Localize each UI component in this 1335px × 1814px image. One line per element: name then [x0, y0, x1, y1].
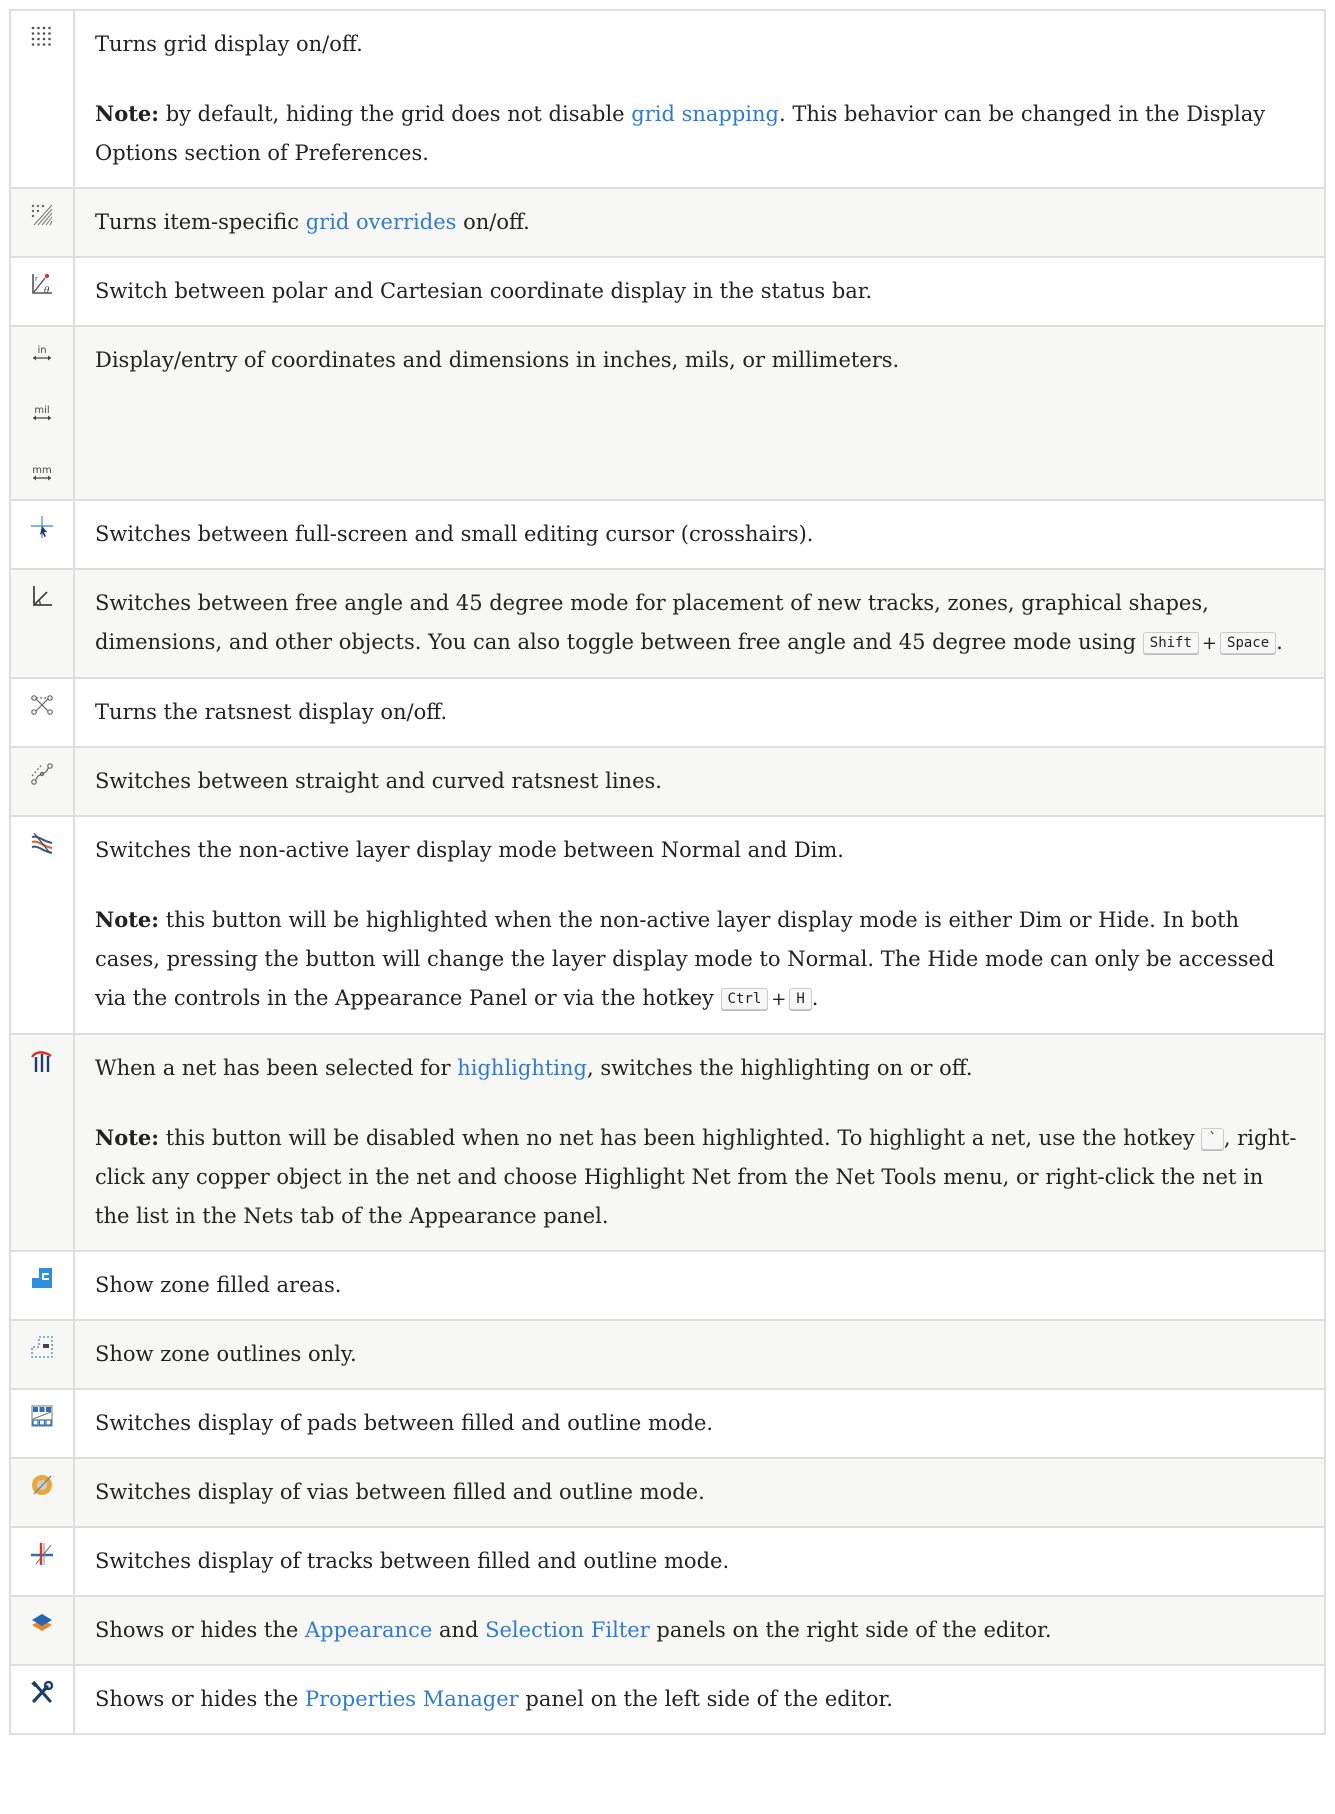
- unit-label: mm: [32, 465, 51, 476]
- backtick-key: `: [1201, 1128, 1224, 1150]
- ctrl-key: Ctrl: [720, 988, 769, 1010]
- row-description: Switches display of pads between filled …: [95, 1411, 714, 1435]
- highlighting-link[interactable]: highlighting: [457, 1056, 587, 1080]
- zone-outline-icon: [30, 1335, 54, 1359]
- space-key: Space: [1220, 632, 1277, 654]
- note-label: Note:: [95, 1125, 160, 1150]
- table-row: Switches the non-active layer display mo…: [9, 815, 1326, 1035]
- row-description: Switches display of tracks between fille…: [95, 1549, 730, 1573]
- svg-text:θ: θ: [44, 286, 50, 296]
- unit-inches-icon: in: [30, 341, 54, 365]
- track-display-icon: [30, 1542, 54, 1566]
- table-row: Show zone outlines only.: [9, 1319, 1326, 1390]
- table-row: Switches display of pads between filled …: [9, 1388, 1326, 1459]
- row-description: Switches between straight and curved rat…: [95, 769, 662, 793]
- table-row: Switches between free angle and 45 degre…: [9, 568, 1326, 679]
- row-description: When a net has been selected for highlig…: [95, 1056, 973, 1080]
- properties-manager-icon: [30, 1680, 54, 1704]
- unit-label: in: [37, 345, 46, 356]
- toolbar-reference-table: Turns grid display on/off. Note: by defa…: [9, 9, 1326, 1735]
- row-description: Switches between free angle and 45 degre…: [95, 591, 1283, 654]
- row-note: Note: this button will be disabled when …: [95, 1125, 1297, 1228]
- grid-override-icon: [30, 203, 54, 227]
- row-description: Turns grid display on/off.: [95, 32, 363, 56]
- appearance-link[interactable]: Appearance: [305, 1618, 432, 1642]
- contrast-mode-icon: [30, 831, 54, 855]
- via-display-icon: [30, 1473, 54, 1497]
- row-description: Turns the ratsnest display on/off.: [95, 700, 448, 724]
- row-description: Shows or hides the Properties Manager pa…: [95, 1687, 893, 1711]
- polar-coordinates-icon: θ r: [30, 272, 54, 296]
- table-row: θ r Switch between polar and Cartesian c…: [9, 256, 1326, 327]
- zone-filled-icon: [30, 1266, 54, 1290]
- unit-label: mil: [34, 405, 49, 416]
- selection-filter-link[interactable]: Selection Filter: [485, 1618, 650, 1642]
- row-description: Switches display of vias between filled …: [95, 1480, 705, 1504]
- cursor-crosshair-icon: [30, 515, 54, 539]
- table-row: Turns item-specific grid overrides on/of…: [9, 187, 1326, 258]
- pad-display-icon: [30, 1404, 54, 1428]
- row-description: Display/entry of coordinates and dimensi…: [95, 348, 900, 372]
- row-description: Show zone outlines only.: [95, 1342, 357, 1366]
- table-row: Switches between full-screen and small e…: [9, 499, 1326, 570]
- note-label: Note:: [95, 101, 160, 126]
- grid-snapping-link[interactable]: grid snapping: [631, 102, 779, 126]
- properties-manager-link[interactable]: Properties Manager: [305, 1687, 519, 1711]
- angle-45-icon: [30, 584, 54, 608]
- table-row: Switches display of tracks between fille…: [9, 1526, 1326, 1597]
- table-row: Shows or hides the Appearance and Select…: [9, 1595, 1326, 1666]
- curved-ratsnest-icon: [30, 762, 54, 786]
- unit-millimeters-icon: mm: [30, 461, 54, 485]
- table-row: Turns grid display on/off. Note: by defa…: [9, 9, 1326, 189]
- table-row: Shows or hides the Properties Manager pa…: [9, 1664, 1326, 1735]
- net-highlight-icon: [30, 1049, 54, 1073]
- shift-key: Shift: [1142, 632, 1199, 654]
- grid-icon: [30, 25, 54, 49]
- row-note: Note: this button will be highlighted wh…: [95, 907, 1275, 1010]
- table-row: in mil mm Display/entry of coordinates a…: [9, 325, 1326, 501]
- h-key: H: [789, 988, 812, 1010]
- appearance-panel-icon: [30, 1611, 54, 1635]
- row-description: Show zone filled areas.: [95, 1273, 342, 1297]
- row-description: Switches the non-active layer display mo…: [95, 838, 844, 862]
- unit-mils-icon: mil: [30, 401, 54, 425]
- table-row: When a net has been selected for highlig…: [9, 1033, 1326, 1252]
- table-row: Show zone filled areas.: [9, 1250, 1326, 1321]
- row-description: Turns item-specific grid overrides on/of…: [95, 210, 530, 234]
- grid-overrides-link[interactable]: grid overrides: [306, 210, 457, 234]
- table-row: Switches between straight and curved rat…: [9, 746, 1326, 817]
- row-note: Note: by default, hiding the grid does n…: [95, 101, 1266, 165]
- table-row: Switches display of vias between filled …: [9, 1457, 1326, 1528]
- row-description: Switches between full-screen and small e…: [95, 522, 814, 546]
- svg-text:r: r: [35, 275, 38, 283]
- row-description: Shows or hides the Appearance and Select…: [95, 1618, 1052, 1642]
- table-row: Turns the ratsnest display on/off.: [9, 677, 1326, 748]
- ratsnest-icon: [30, 693, 54, 717]
- row-description: Switch between polar and Cartesian coord…: [95, 279, 873, 303]
- note-label: Note:: [95, 907, 160, 932]
